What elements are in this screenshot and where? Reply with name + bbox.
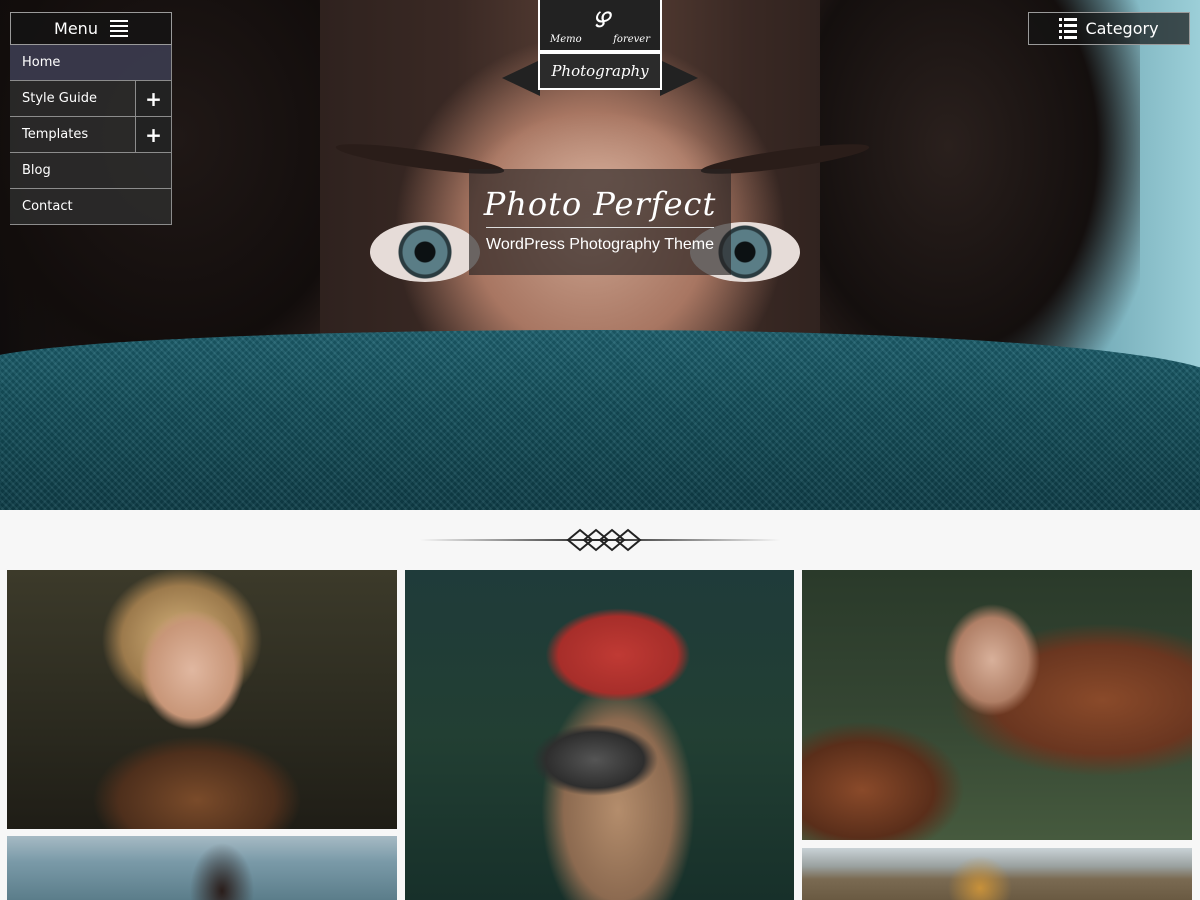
menu-item-contact[interactable]: Contact — [10, 189, 172, 225]
expand-plus-icon[interactable]: + — [135, 81, 171, 116]
hero-scarf — [0, 330, 1200, 510]
logo-emblem: ഴ Memo forever — [538, 0, 662, 52]
gallery-photo-field[interactable] — [802, 848, 1192, 900]
gallery-photo-beach[interactable] — [7, 836, 397, 900]
list-icon — [1059, 18, 1078, 39]
category-button[interactable]: Category — [1028, 12, 1190, 45]
menu-title: Menu — [54, 19, 98, 38]
menu-item-label: Templates — [22, 127, 89, 142]
site-title[interactable]: Photo Perfect — [469, 185, 731, 223]
menu-item-label: Blog — [22, 163, 51, 178]
menu-item-blog[interactable]: Blog — [10, 153, 172, 189]
gallery-photo-woman-horse[interactable] — [802, 570, 1192, 840]
site-logo[interactable]: ഴ Memo forever Photography — [500, 0, 700, 98]
menu-item-style-guide[interactable]: Style Guide + — [10, 81, 172, 117]
gallery-photo-woman-forest[interactable] — [7, 570, 397, 829]
logo-text-memo: Memo — [550, 34, 582, 45]
menu-toggle-button[interactable]: Menu — [10, 12, 172, 45]
hero-title-box: Photo Perfect WordPress Photography Them… — [469, 169, 731, 275]
ornament-divider — [420, 528, 780, 552]
menu-item-home[interactable]: Home — [10, 45, 172, 81]
hamburger-icon — [109, 20, 128, 37]
site-tagline: WordPress Photography Theme — [486, 236, 714, 253]
hero-eye-left — [370, 222, 480, 282]
category-label: Category — [1085, 19, 1159, 38]
expand-plus-icon[interactable]: + — [135, 117, 171, 152]
title-divider — [486, 227, 714, 228]
logo-ribbon-tail-right — [660, 60, 698, 96]
menu-item-label: Style Guide — [22, 91, 97, 106]
main-menu: Menu Home Style Guide + Templates + Blog… — [10, 12, 172, 225]
menu-item-templates[interactable]: Templates + — [10, 117, 172, 153]
menu-item-label: Home — [22, 55, 61, 70]
logo-ribbon-text: Photography — [551, 62, 649, 80]
logo-ribbon: Photography — [538, 52, 662, 90]
logo-ribbon-tail-left — [502, 60, 540, 96]
swirl-icon: ഴ — [591, 1, 609, 34]
menu-item-label: Contact — [22, 199, 73, 214]
gallery-photo-red-beanie-camera[interactable] — [405, 570, 794, 900]
logo-text-forever: forever — [613, 34, 650, 45]
